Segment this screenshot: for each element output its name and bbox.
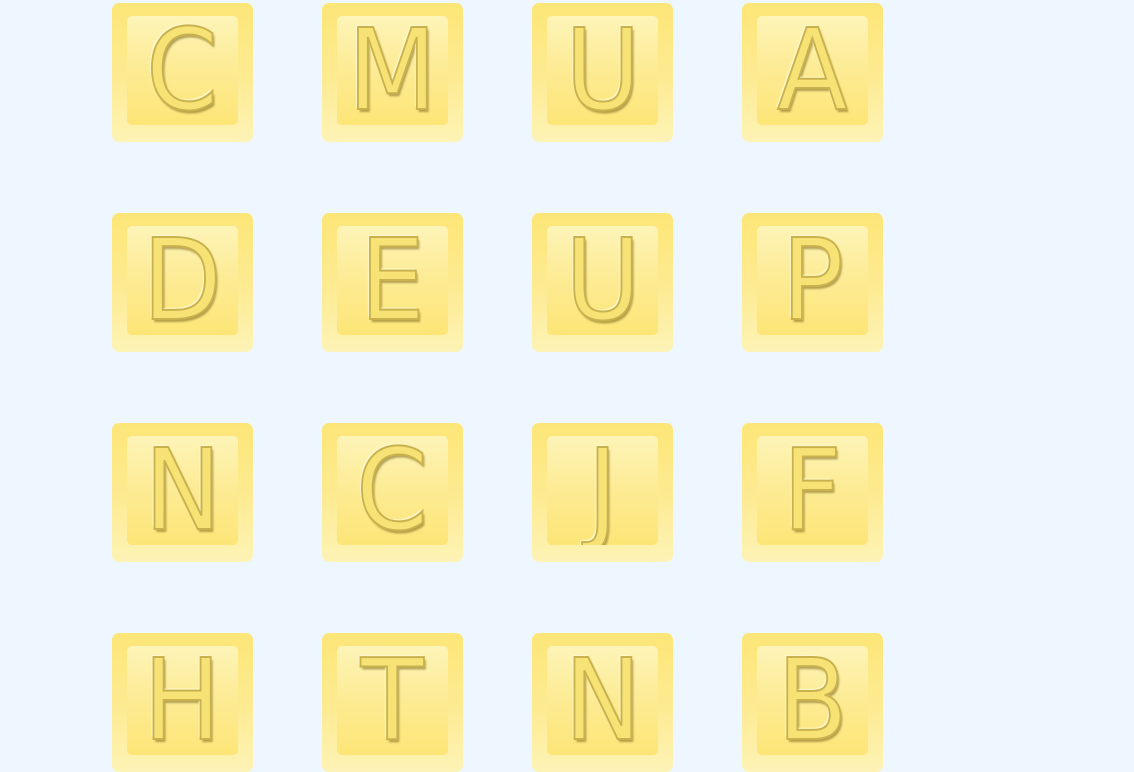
tile-letter: E xyxy=(359,226,426,335)
tile-face: N xyxy=(547,646,658,755)
tile-face: E xyxy=(337,226,448,335)
tile-letter: H xyxy=(143,646,222,755)
letter-tile[interactable]: C xyxy=(322,423,463,562)
letter-tile[interactable]: A xyxy=(742,3,883,142)
tile-face: M xyxy=(337,16,448,125)
tile-letter: N xyxy=(143,436,222,545)
tile-letter: M xyxy=(347,16,438,125)
tile-letter: C xyxy=(356,436,430,545)
tile-letter: U xyxy=(564,16,641,125)
letter-tile[interactable]: U xyxy=(532,3,673,142)
tile-face: J xyxy=(547,436,658,545)
tile-letter: F xyxy=(782,436,843,545)
letter-tile[interactable]: P xyxy=(742,213,883,352)
tile-face: P xyxy=(757,226,868,335)
tile-face: B xyxy=(757,646,868,755)
letter-tile[interactable]: N xyxy=(112,423,253,562)
tile-letter: P xyxy=(781,226,845,335)
letter-tile[interactable]: U xyxy=(532,213,673,352)
letter-tile[interactable]: N xyxy=(532,633,673,772)
letter-tile[interactable]: B xyxy=(742,633,883,772)
letter-tile[interactable]: E xyxy=(322,213,463,352)
letter-tile[interactable]: M xyxy=(322,3,463,142)
tile-letter: D xyxy=(142,226,223,335)
letter-tile[interactable]: C xyxy=(112,3,253,142)
tile-face: U xyxy=(547,16,658,125)
letter-tile[interactable]: D xyxy=(112,213,253,352)
letter-tile[interactable]: J xyxy=(532,423,673,562)
tile-letter: T xyxy=(360,646,425,755)
tile-letter: C xyxy=(146,16,220,125)
tile-letter: B xyxy=(776,646,849,755)
letter-tile[interactable]: F xyxy=(742,423,883,562)
tile-letter: U xyxy=(564,226,641,335)
tile-face: U xyxy=(547,226,658,335)
letter-tile[interactable]: T xyxy=(322,633,463,772)
tile-letter: N xyxy=(563,646,642,755)
tile-face: F xyxy=(757,436,868,545)
letter-tile[interactable]: H xyxy=(112,633,253,772)
tile-face: C xyxy=(337,436,448,545)
tile-letter: J xyxy=(586,436,618,545)
tile-face: C xyxy=(127,16,238,125)
tile-face: T xyxy=(337,646,448,755)
letter-tile-board: C M U A D E U P N C J F H T N B xyxy=(112,3,884,772)
tile-face: N xyxy=(127,436,238,545)
tile-letter: A xyxy=(776,16,848,125)
tile-face: D xyxy=(127,226,238,335)
tile-face: H xyxy=(127,646,238,755)
tile-face: A xyxy=(757,16,868,125)
